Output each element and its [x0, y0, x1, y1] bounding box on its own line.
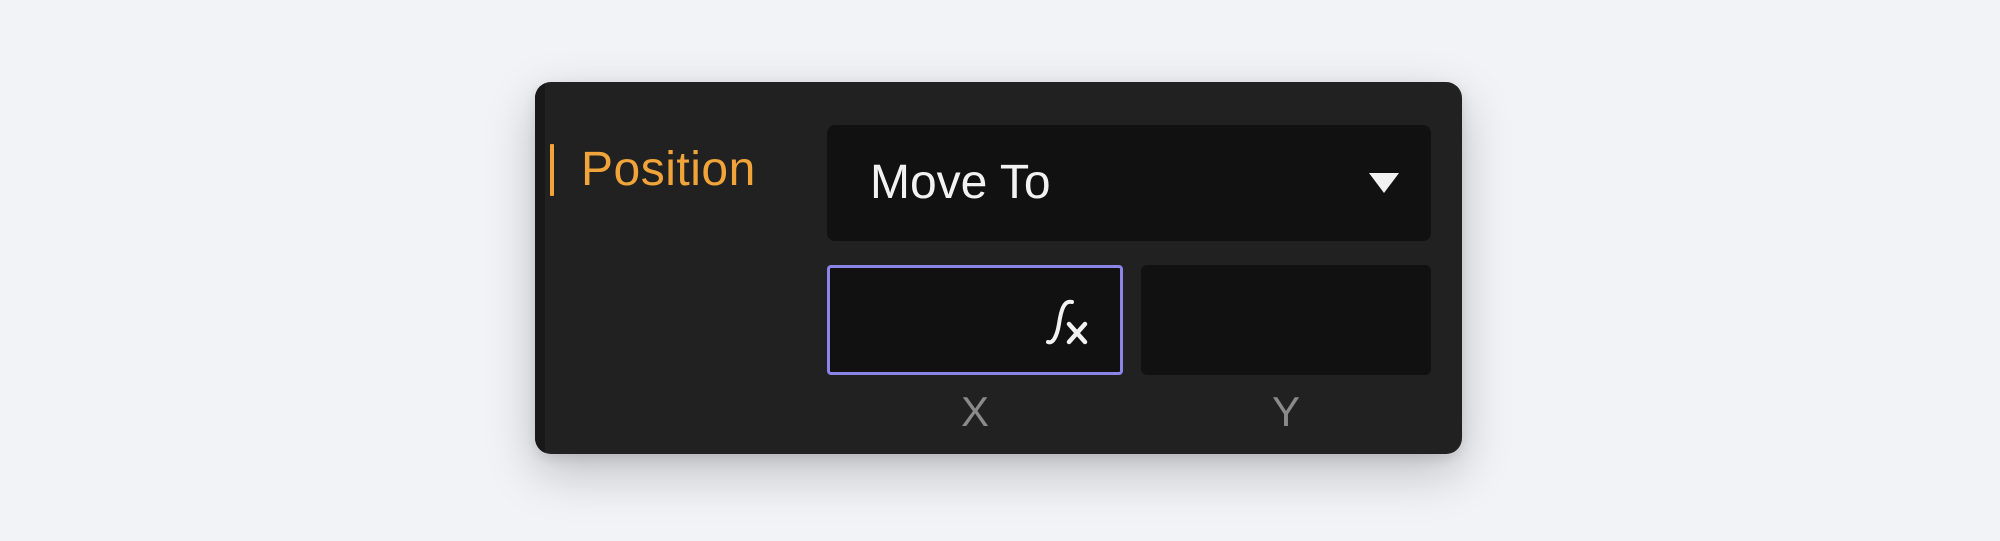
x-axis-label: X	[960, 388, 989, 435]
y-position-field[interactable]	[1141, 265, 1431, 375]
panel-edge	[535, 82, 545, 454]
function-expression-icon[interactable]	[1042, 292, 1098, 352]
property-label: Position	[581, 143, 756, 196]
property-accent-marker	[550, 144, 554, 196]
triangle-down-icon	[1369, 173, 1399, 193]
x-position-field[interactable]	[827, 265, 1123, 375]
y-axis-label: Y	[1271, 388, 1300, 435]
move-mode-dropdown[interactable]: Move To	[827, 125, 1431, 241]
dropdown-value: Move To	[870, 156, 1051, 209]
property-panel: Position Move To X Y	[535, 82, 1462, 454]
